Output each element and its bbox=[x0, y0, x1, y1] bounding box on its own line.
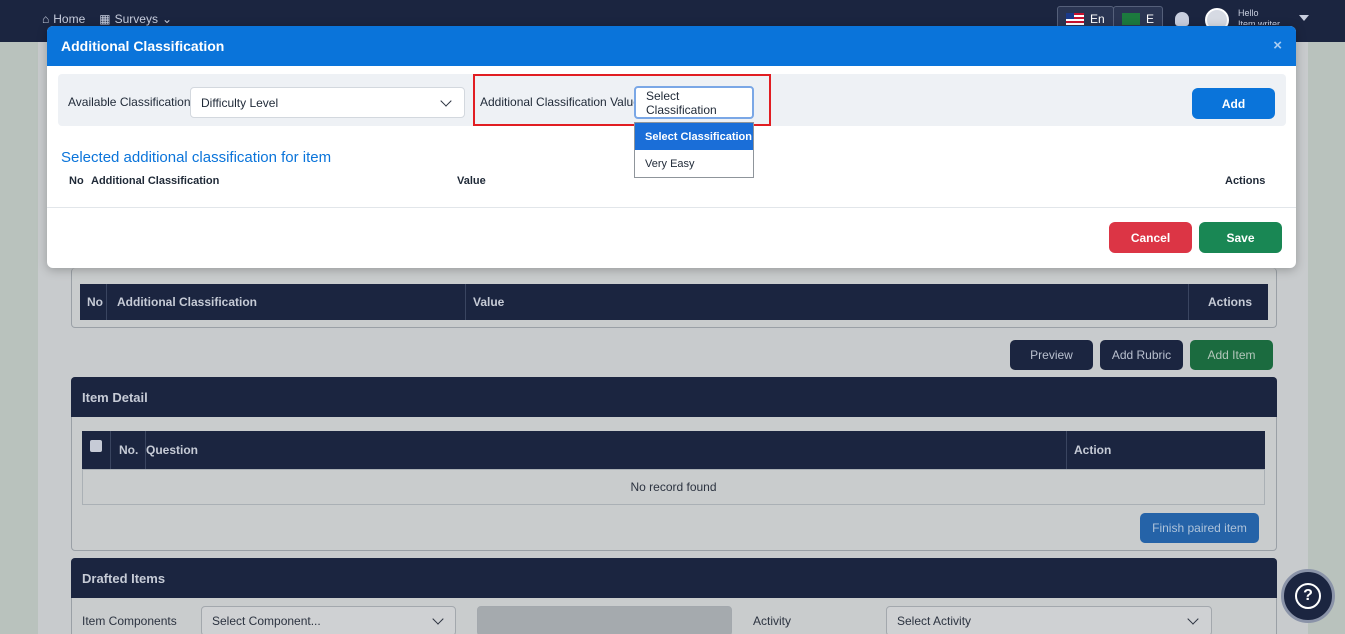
drafted-items-title: Drafted Items bbox=[71, 558, 1277, 598]
classification-value-dropdown: Select Classification Very Easy bbox=[634, 122, 754, 178]
us-flag-icon bbox=[1066, 13, 1084, 25]
activity-label: Activity bbox=[753, 614, 792, 628]
additional-classification-modal: Additional Classification × Available Cl… bbox=[47, 26, 1296, 268]
preview-button[interactable]: Preview bbox=[1010, 340, 1093, 370]
grid-icon: ▦ bbox=[99, 12, 111, 26]
help-button[interactable]: ? bbox=[1281, 569, 1335, 623]
available-classification-select[interactable]: Difficulty Level bbox=[190, 87, 465, 118]
chevron-down-icon: ⌄ bbox=[161, 12, 173, 26]
nav-surveys[interactable]: ▦ Surveys ⌄ bbox=[99, 12, 172, 26]
modal-title: Additional Classification bbox=[61, 38, 225, 54]
nav-home[interactable]: ⌂ Home bbox=[42, 12, 85, 26]
question-mark-icon: ? bbox=[1295, 583, 1321, 609]
close-icon[interactable]: × bbox=[1273, 37, 1282, 55]
chevron-down-icon bbox=[432, 613, 444, 625]
save-button[interactable]: Save bbox=[1199, 222, 1282, 253]
classification-table-header: No Additional Classification Value Actio… bbox=[80, 284, 1268, 320]
modal-header: Additional Classification × bbox=[47, 26, 1296, 66]
selected-classification-title: Selected additional classification for i… bbox=[61, 149, 332, 166]
classification-value-label: Additional Classification Value bbox=[480, 95, 640, 109]
bell-icon[interactable] bbox=[1175, 12, 1189, 26]
saudi-flag-icon bbox=[1122, 13, 1140, 25]
cancel-button[interactable]: Cancel bbox=[1109, 222, 1192, 253]
classification-value-select[interactable]: Select Classification bbox=[634, 86, 754, 119]
column-actions: Actions bbox=[1225, 175, 1266, 187]
dropdown-option[interactable]: Select Classification bbox=[635, 123, 753, 150]
modal-footer-divider bbox=[47, 207, 1296, 208]
select-all-checkbox[interactable] bbox=[90, 440, 102, 452]
column-value: Value bbox=[457, 175, 486, 187]
item-detail-title: Item Detail bbox=[71, 377, 1277, 417]
chevron-down-icon bbox=[440, 95, 452, 107]
item-detail-table-header: No. Question Action bbox=[82, 431, 1265, 469]
add-item-button[interactable]: Add Item bbox=[1190, 340, 1273, 370]
chevron-down-icon bbox=[1187, 613, 1199, 625]
home-icon: ⌂ bbox=[42, 12, 50, 26]
disabled-select bbox=[477, 606, 732, 634]
finish-paired-item-button[interactable]: Finish paired item bbox=[1140, 513, 1259, 543]
activity-select[interactable]: Select Activity bbox=[886, 606, 1212, 634]
add-button[interactable]: Add bbox=[1192, 88, 1275, 119]
top-nav: ⌂ Home ▦ Surveys ⌄ bbox=[42, 12, 172, 26]
column-no: No bbox=[69, 175, 84, 187]
item-components-select[interactable]: Select Component... bbox=[201, 606, 456, 634]
user-greeting: Hello Item writer bbox=[1238, 8, 1281, 25]
item-components-label: Item Components bbox=[82, 614, 177, 628]
add-rubric-button[interactable]: Add Rubric bbox=[1100, 340, 1183, 370]
available-classification-label: Available Classification: bbox=[68, 95, 194, 109]
empty-row: No record found bbox=[82, 469, 1265, 505]
column-classification: Additional Classification bbox=[91, 175, 220, 187]
user-menu-caret-icon[interactable] bbox=[1299, 15, 1309, 21]
dropdown-option[interactable]: Very Easy bbox=[635, 150, 753, 177]
